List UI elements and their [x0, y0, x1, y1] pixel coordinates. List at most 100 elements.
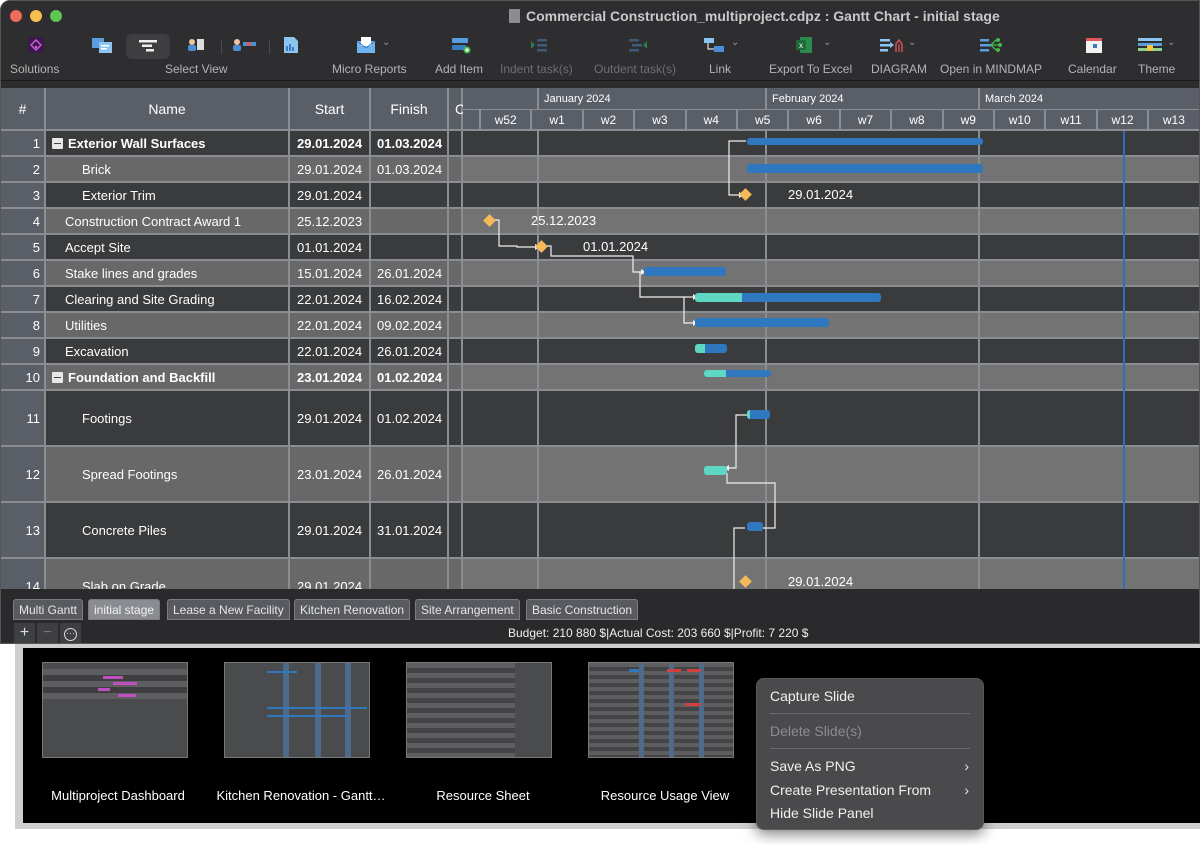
row-number[interactable]: 14 — [1, 559, 46, 589]
task-name[interactable]: Exterior Wall Surfaces — [46, 131, 290, 157]
menu-item-save-as-png[interactable]: Save As PNG — [770, 758, 970, 774]
menu-item-delete-slides[interactable]: Delete Slide(s) — [770, 723, 862, 739]
summary-bar-row10[interactable] — [704, 370, 771, 377]
task-finish[interactable] — [371, 183, 449, 209]
task-finish[interactable]: 01.02.2024 — [371, 391, 449, 447]
task-finish[interactable]: 01.03.2024 — [371, 131, 449, 157]
table-row[interactable]: 9 Excavation 22.01.2024 26.01.2024 — [1, 339, 463, 365]
menu-item-capture-slide[interactable]: Capture Slide — [770, 688, 855, 704]
task-name[interactable]: Stake lines and grades — [46, 261, 290, 287]
tab-basic-construction[interactable]: Basic Construction — [526, 599, 639, 620]
task-finish[interactable]: 01.03.2024 — [371, 157, 449, 183]
task-name[interactable]: Footings — [46, 391, 290, 447]
task-finish[interactable] — [371, 209, 449, 235]
task-start[interactable]: 22.01.2024 — [290, 339, 371, 365]
column-header-name[interactable]: Name — [46, 88, 290, 131]
task-start[interactable]: 29.01.2024 — [290, 131, 371, 157]
add-view-button[interactable]: + — [14, 623, 36, 643]
task-start[interactable]: 29.01.2024 — [290, 391, 371, 447]
tab-lease-a-new-facility[interactable]: Lease a New Facility — [167, 599, 290, 620]
task-bar-row8[interactable] — [695, 318, 829, 327]
row-number[interactable]: 4 — [1, 209, 46, 235]
menu-item-create-presentation[interactable]: Create Presentation From — [770, 782, 970, 798]
task-bar-row11[interactable] — [747, 410, 770, 419]
task-name[interactable]: Exterior Trim — [46, 183, 290, 209]
column-header-number[interactable]: # — [1, 88, 46, 131]
task-finish[interactable]: 26.01.2024 — [371, 261, 449, 287]
task-start[interactable]: 25.12.2023 — [290, 209, 371, 235]
row-number[interactable]: 11 — [1, 391, 46, 447]
task-name[interactable]: Spread Footings — [46, 447, 290, 503]
tab-site-arrangement[interactable]: Site Arrangement — [415, 599, 520, 620]
slide-thumbnail-kitchen-renovation[interactable] — [224, 662, 370, 758]
row-number[interactable]: 6 — [1, 261, 46, 287]
task-start[interactable]: 15.01.2024 — [290, 261, 371, 287]
menu-item-hide-slide-panel[interactable]: Hide Slide Panel — [770, 805, 874, 821]
task-start[interactable]: 29.01.2024 — [290, 559, 371, 589]
task-start[interactable]: 29.01.2024 — [290, 503, 371, 559]
task-name[interactable]: Brick — [46, 157, 290, 183]
row-number[interactable]: 9 — [1, 339, 46, 365]
task-name[interactable]: Construction Contract Award 1 — [46, 209, 290, 235]
task-finish[interactable]: 09.02.2024 — [371, 313, 449, 339]
task-name[interactable]: Concrete Piles — [46, 503, 290, 559]
task-start[interactable]: 29.01.2024 — [290, 157, 371, 183]
row-number[interactable]: 7 — [1, 287, 46, 313]
slide-thumbnail-resource-usage[interactable] — [588, 662, 734, 758]
view-resource-sheet-icon[interactable] — [186, 36, 206, 54]
row-number[interactable]: 13 — [1, 503, 46, 559]
view-report-icon[interactable] — [283, 36, 299, 54]
task-bar-row9[interactable] — [695, 344, 727, 353]
table-row[interactable]: 8 Utilities 22.01.2024 09.02.2024 — [1, 313, 463, 339]
task-name[interactable]: Accept Site — [46, 235, 290, 261]
view-gantt-icon[interactable] — [91, 36, 113, 54]
slide-thumbnail-resource-sheet[interactable] — [406, 662, 552, 758]
zoom-window-button[interactable] — [50, 10, 62, 22]
column-header-start[interactable]: Start — [290, 88, 371, 131]
task-name[interactable]: Excavation — [46, 339, 290, 365]
column-header-finish[interactable]: Finish — [371, 88, 449, 131]
task-bar-row7[interactable] — [695, 293, 881, 302]
table-row[interactable]: 14 Slab on Grade 29.01.2024 — [1, 559, 463, 589]
table-row[interactable]: 10 Foundation and Backfill 23.01.2024 01.02… — [1, 365, 463, 391]
remove-view-button[interactable]: − — [37, 623, 59, 643]
task-finish[interactable]: 26.01.2024 — [371, 339, 449, 365]
collapse-icon[interactable] — [52, 137, 63, 149]
task-finish[interactable]: 31.01.2024 — [371, 503, 449, 559]
task-bar-row2[interactable] — [747, 164, 983, 173]
task-finish[interactable] — [371, 559, 449, 589]
close-window-button[interactable] — [10, 10, 22, 22]
table-row[interactable]: 2 Brick 29.01.2024 01.03.2024 — [1, 157, 463, 183]
task-name[interactable]: Utilities — [46, 313, 290, 339]
row-number[interactable]: 1 — [1, 131, 46, 157]
task-finish[interactable]: 16.02.2024 — [371, 287, 449, 313]
task-finish[interactable]: 26.01.2024 — [371, 447, 449, 503]
table-row[interactable]: 5 Accept Site 01.01.2024 — [1, 235, 463, 261]
table-row[interactable]: 11 Footings 29.01.2024 01.02.2024 — [1, 391, 463, 447]
tab-initial-stage[interactable]: initial stage — [88, 599, 161, 620]
table-row[interactable]: 7 Clearing and Site Grading 22.01.2024 16.0… — [1, 287, 463, 313]
table-row[interactable]: 13 Concrete Piles 29.01.2024 31.01.2024 — [1, 503, 463, 559]
slide-thumbnail-multiproject-dashboard[interactable] — [42, 662, 188, 758]
task-finish[interactable]: 01.02.2024 — [371, 365, 449, 391]
task-start[interactable]: 01.01.2024 — [290, 235, 371, 261]
task-start[interactable]: 23.01.2024 — [290, 447, 371, 503]
table-row[interactable]: 6 Stake lines and grades 15.01.2024 26.01.2… — [1, 261, 463, 287]
task-bar-row6[interactable] — [644, 267, 726, 276]
task-bar-row13[interactable] — [747, 522, 763, 531]
task-name[interactable]: Clearing and Site Grading — [46, 287, 290, 313]
task-start[interactable]: 29.01.2024 — [290, 183, 371, 209]
row-number[interactable]: 10 — [1, 365, 46, 391]
collapse-icon[interactable] — [52, 371, 63, 383]
column-header-extra[interactable]: C — [449, 88, 465, 131]
table-row[interactable]: 3 Exterior Trim 29.01.2024 — [1, 183, 463, 209]
table-row[interactable]: 1 Exterior Wall Surfaces 29.01.2024 01.03.2… — [1, 131, 463, 157]
task-start[interactable]: 23.01.2024 — [290, 365, 371, 391]
tab-multi-gantt[interactable]: Multi Gantt — [13, 599, 84, 620]
minimize-window-button[interactable] — [30, 10, 42, 22]
tab-kitchen-renovation[interactable]: Kitchen Renovation — [294, 599, 411, 620]
row-number[interactable]: 2 — [1, 157, 46, 183]
view-resource-usage-icon[interactable] — [231, 36, 257, 54]
task-finish[interactable] — [371, 235, 449, 261]
task-name[interactable]: Foundation and Backfill — [46, 365, 290, 391]
